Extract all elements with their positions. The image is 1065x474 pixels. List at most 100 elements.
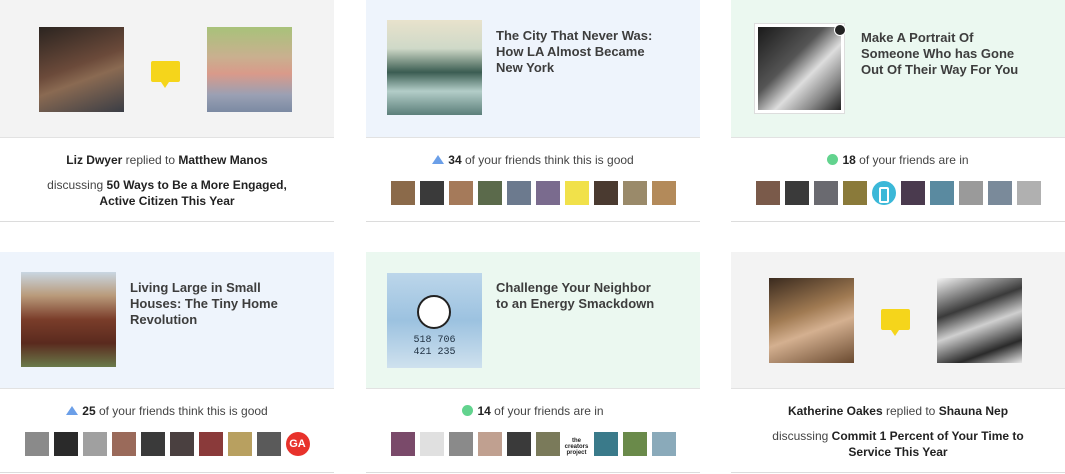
friend-avatar[interactable]	[506, 181, 531, 205]
friend-avatar-ga[interactable]: GA	[285, 432, 310, 456]
discussion-line: discussing 50 Ways to Be a More Engaged,…	[28, 177, 306, 209]
friend-avatar[interactable]	[1016, 181, 1041, 205]
article-card-header: Living Large in Small Houses: The Tiny H…	[0, 252, 334, 389]
article-thumbnail[interactable]	[387, 20, 482, 115]
article-card-la[interactable]: The City That Never Was: How LA Almost B…	[366, 0, 700, 222]
friend-avatar[interactable]	[842, 181, 867, 205]
friend-status-line: 25 of your friends think this is good	[0, 404, 334, 418]
article-card-footer: 14 of your friends are in the creators p…	[366, 389, 700, 473]
friend-avatar[interactable]	[755, 181, 780, 205]
friend-avatar[interactable]	[593, 181, 618, 205]
friend-status-text: of your friends are in	[855, 153, 969, 167]
friend-avatar[interactable]	[256, 432, 281, 456]
friend-avatars	[366, 181, 700, 205]
article-card-footer: 18 of your friends are in	[731, 138, 1065, 222]
avatar-matthew-manos[interactable]	[207, 27, 292, 112]
reply-card-katherine-oakes[interactable]: Katherine Oakes replied to Shauna Nep di…	[731, 252, 1065, 474]
article-title[interactable]: The City That Never Was: How LA Almost B…	[496, 28, 666, 76]
reply-line: Liz Dwyer replied to Matthew Manos	[0, 153, 334, 167]
friend-avatars	[731, 181, 1065, 205]
friend-avatar[interactable]	[987, 181, 1012, 205]
friend-avatars: GA	[0, 432, 334, 456]
avatar-shauna-nep[interactable]	[937, 278, 1022, 363]
article-thumbnail[interactable]	[21, 272, 116, 367]
friend-avatar[interactable]	[958, 181, 983, 205]
friend-avatar[interactable]	[390, 432, 415, 456]
reply-line: Katherine Oakes replied to Shauna Nep	[731, 404, 1065, 418]
friend-avatars: the creators project	[366, 432, 700, 456]
in-dot-icon	[462, 405, 474, 416]
friend-avatar[interactable]	[169, 432, 194, 456]
topic-link[interactable]: Commit 1 Percent of Your Time to Service…	[832, 429, 1024, 459]
friend-avatar[interactable]	[419, 181, 444, 205]
reply-bubble-icon	[881, 309, 910, 336]
friend-avatar[interactable]	[622, 181, 647, 205]
topic-link[interactable]: 50 Ways to Be a More Engaged, Active Cit…	[99, 178, 286, 208]
avatar-katherine-oakes[interactable]	[769, 278, 854, 363]
friend-avatar[interactable]	[813, 181, 838, 205]
friend-avatar[interactable]	[390, 181, 415, 205]
replied-to-text: replied to	[122, 153, 179, 167]
energy-star-icon	[417, 295, 451, 329]
avatar-liz-dwyer[interactable]	[39, 27, 124, 112]
target-user-link[interactable]: Shauna Nep	[939, 404, 1008, 418]
good-triangle-icon	[66, 406, 79, 415]
friend-avatar[interactable]	[593, 432, 618, 456]
friend-count[interactable]: 34	[448, 153, 461, 167]
discussing-text: discussing	[47, 178, 107, 192]
discussing-text: discussing	[772, 429, 832, 443]
article-card-portrait[interactable]: Make A Portrait Of Someone Who has Gone …	[731, 0, 1065, 222]
article-title[interactable]: Living Large in Small Houses: The Tiny H…	[130, 280, 300, 328]
user-badge-icon	[834, 24, 846, 36]
friend-status-line: 34 of your friends think this is good	[366, 153, 700, 167]
article-card-energy[interactable]: 518 706 421 235 Challenge Your Neighbor t…	[366, 252, 700, 474]
friend-avatar[interactable]	[506, 432, 531, 456]
friend-avatar[interactable]	[198, 432, 223, 456]
article-card-footer: 25 of your friends think this is good GA	[0, 389, 334, 473]
meter-reading: 518 706 421 235	[413, 335, 456, 358]
friend-avatar[interactable]	[448, 181, 473, 205]
article-card-tiny-home[interactable]: Living Large in Small Houses: The Tiny H…	[0, 252, 334, 474]
friend-avatar[interactable]	[82, 432, 107, 456]
article-card-header: 518 706 421 235 Challenge Your Neighbor t…	[366, 252, 700, 389]
friend-avatar[interactable]	[53, 432, 78, 456]
friend-avatar[interactable]	[24, 432, 49, 456]
friend-count[interactable]: 18	[842, 153, 855, 167]
article-card-header: The City That Never Was: How LA Almost B…	[366, 0, 700, 138]
friend-avatar[interactable]	[535, 432, 560, 456]
friend-avatar[interactable]	[651, 181, 676, 205]
friend-avatar[interactable]	[622, 432, 647, 456]
friend-avatar[interactable]	[900, 181, 925, 205]
friend-avatar[interactable]	[111, 432, 136, 456]
article-thumbnail[interactable]: 518 706 421 235	[387, 273, 482, 368]
friend-count[interactable]: 25	[82, 404, 95, 418]
friend-avatar[interactable]	[419, 432, 444, 456]
reply-card-footer: Katherine Oakes replied to Shauna Nep di…	[731, 389, 1065, 473]
friend-avatar[interactable]	[477, 181, 502, 205]
friend-avatar[interactable]	[535, 181, 560, 205]
friend-status-line: 18 of your friends are in	[731, 153, 1065, 167]
article-thumbnail[interactable]	[754, 23, 845, 114]
reply-card-footer: Liz Dwyer replied to Matthew Manos discu…	[0, 138, 334, 222]
friend-count[interactable]: 14	[477, 404, 490, 418]
target-user-link[interactable]: Matthew Manos	[178, 153, 267, 167]
friend-avatar[interactable]	[448, 432, 473, 456]
friend-avatar[interactable]	[564, 181, 589, 205]
friend-avatar[interactable]	[140, 432, 165, 456]
friend-avatar[interactable]	[227, 432, 252, 456]
friend-avatar[interactable]	[784, 181, 809, 205]
friend-avatar[interactable]	[477, 432, 502, 456]
discussion-line: discussing Commit 1 Percent of Your Time…	[759, 428, 1037, 460]
replier-link[interactable]: Liz Dwyer	[66, 153, 122, 167]
in-dot-icon	[827, 154, 839, 165]
replier-link[interactable]: Katherine Oakes	[788, 404, 883, 418]
article-title[interactable]: Make A Portrait Of Someone Who has Gone …	[861, 30, 1031, 78]
friend-avatar[interactable]	[651, 432, 676, 456]
friend-avatar[interactable]	[871, 181, 896, 205]
friend-avatar-creators-project[interactable]: the creators project	[564, 432, 589, 456]
reply-card-liz-dwyer[interactable]: Liz Dwyer replied to Matthew Manos discu…	[0, 0, 334, 222]
friend-avatar[interactable]	[929, 181, 954, 205]
article-title[interactable]: Challenge Your Neighbor to an Energy Sma…	[496, 280, 666, 312]
replied-to-text: replied to	[882, 404, 939, 418]
friend-status-text: of your friends think this is good	[461, 153, 634, 167]
